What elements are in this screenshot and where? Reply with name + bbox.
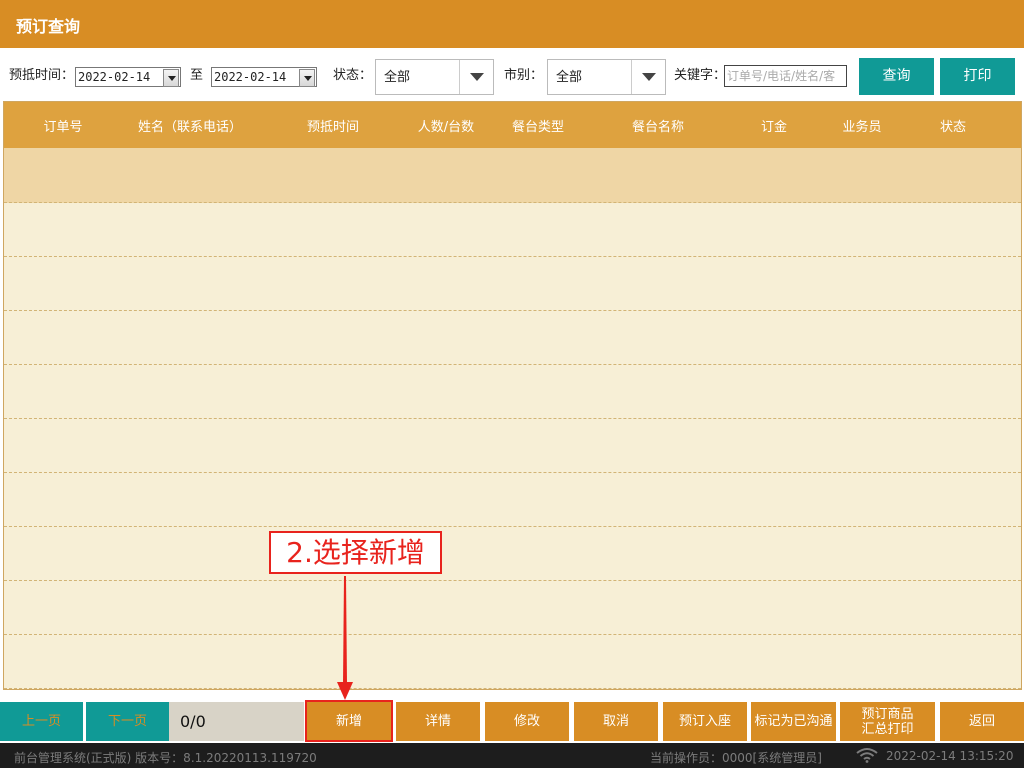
table-row[interactable] bbox=[4, 256, 1021, 311]
details-button[interactable]: 详情 bbox=[396, 702, 480, 741]
prev-page-button[interactable]: 上一页 bbox=[0, 702, 83, 741]
column-header-deposit: 订金 bbox=[760, 120, 788, 135]
annotation-highlight-box bbox=[305, 700, 393, 742]
status-bar: 前台管理系统(正式版) 版本号：8.1.20220113.119720 当前操作… bbox=[0, 743, 1024, 768]
next-page-button[interactable]: 下一页 bbox=[86, 702, 169, 741]
date-from-dropdown-icon[interactable] bbox=[163, 69, 179, 87]
back-button[interactable]: 返回 bbox=[940, 702, 1024, 741]
page-indicator: 0/0 bbox=[169, 702, 304, 741]
print-button[interactable]: 打印 bbox=[940, 58, 1015, 95]
date-from-field[interactable]: 2022-02-14 bbox=[75, 67, 181, 87]
window-title: 预订查询 bbox=[16, 17, 81, 36]
column-header-status: 状态 bbox=[939, 120, 967, 135]
status-select-divider bbox=[459, 60, 460, 94]
table-row[interactable] bbox=[4, 634, 1021, 689]
current-operator: 当前操作员：0000[系统管理员] bbox=[650, 751, 822, 765]
table-row[interactable] bbox=[4, 364, 1021, 419]
title-bar: 预订查询 bbox=[0, 0, 1024, 48]
market-label: 市别： bbox=[504, 68, 544, 83]
column-header-table-name: 餐台名称 bbox=[631, 120, 685, 135]
annotation-arrow-icon bbox=[337, 576, 353, 700]
table-row[interactable] bbox=[4, 418, 1021, 473]
column-header-order-no: 订单号 bbox=[43, 120, 83, 135]
column-header-arrival-time: 预抵时间 bbox=[306, 120, 360, 135]
table-row[interactable] bbox=[4, 202, 1021, 257]
date-to-field[interactable]: 2022-02-14 bbox=[211, 67, 317, 87]
date-label: 预抵时间： bbox=[9, 68, 75, 83]
summary-print-line1: 预订商品 bbox=[861, 706, 914, 722]
system-version-info: 前台管理系统(正式版) 版本号：8.1.20220113.119720 bbox=[14, 751, 317, 765]
status-chevron-down-icon[interactable] bbox=[470, 73, 484, 81]
table-row[interactable] bbox=[4, 310, 1021, 365]
table-row[interactable] bbox=[4, 472, 1021, 527]
current-datetime: 2022-02-14 13:15:20 bbox=[886, 749, 1014, 763]
column-header-salesperson: 业务员 bbox=[842, 120, 882, 135]
wifi-icon bbox=[856, 748, 878, 763]
status-label: 状态： bbox=[333, 68, 373, 83]
query-button[interactable]: 查询 bbox=[859, 58, 934, 95]
summary-print-line2: 汇总打印 bbox=[861, 721, 914, 737]
table-row[interactable] bbox=[4, 526, 1021, 581]
column-header-name-phone: 姓名（联系电话） bbox=[137, 120, 243, 135]
keyword-label: 关键字： bbox=[674, 68, 727, 83]
table-header: 订单号 姓名（联系电话） 预抵时间 人数/台数 餐台类型 餐台名称 订金 业务员… bbox=[4, 102, 1021, 148]
date-to-value: 2022-02-14 bbox=[214, 70, 287, 84]
status-select[interactable]: 全部 bbox=[375, 59, 494, 95]
table-row[interactable] bbox=[4, 148, 1021, 203]
date-to-dropdown-icon[interactable] bbox=[299, 69, 315, 87]
market-chevron-down-icon[interactable] bbox=[642, 73, 656, 81]
market-select[interactable]: 全部 bbox=[547, 59, 666, 95]
keyword-input[interactable]: 订单号/电话/姓名/客 bbox=[724, 65, 847, 87]
modify-button[interactable]: 修改 bbox=[485, 702, 569, 741]
column-header-table-type: 餐台类型 bbox=[511, 120, 565, 135]
market-select-value: 全部 bbox=[556, 70, 583, 85]
date-from-value: 2022-02-14 bbox=[78, 70, 151, 84]
column-header-guests-tables: 人数/台数 bbox=[417, 120, 475, 135]
table-row[interactable] bbox=[4, 580, 1021, 635]
cancel-button[interactable]: 取消 bbox=[574, 702, 658, 741]
market-select-divider bbox=[631, 60, 632, 94]
mark-contacted-button[interactable]: 标记为已沟通 bbox=[751, 702, 836, 741]
to-label: 至 bbox=[190, 68, 204, 83]
checkin-button[interactable]: 预订入座 bbox=[663, 702, 747, 741]
status-select-value: 全部 bbox=[384, 70, 411, 85]
annotation-callout: 2.选择新增 bbox=[269, 531, 442, 574]
summary-print-button[interactable]: 预订商品 汇总打印 bbox=[840, 702, 935, 741]
